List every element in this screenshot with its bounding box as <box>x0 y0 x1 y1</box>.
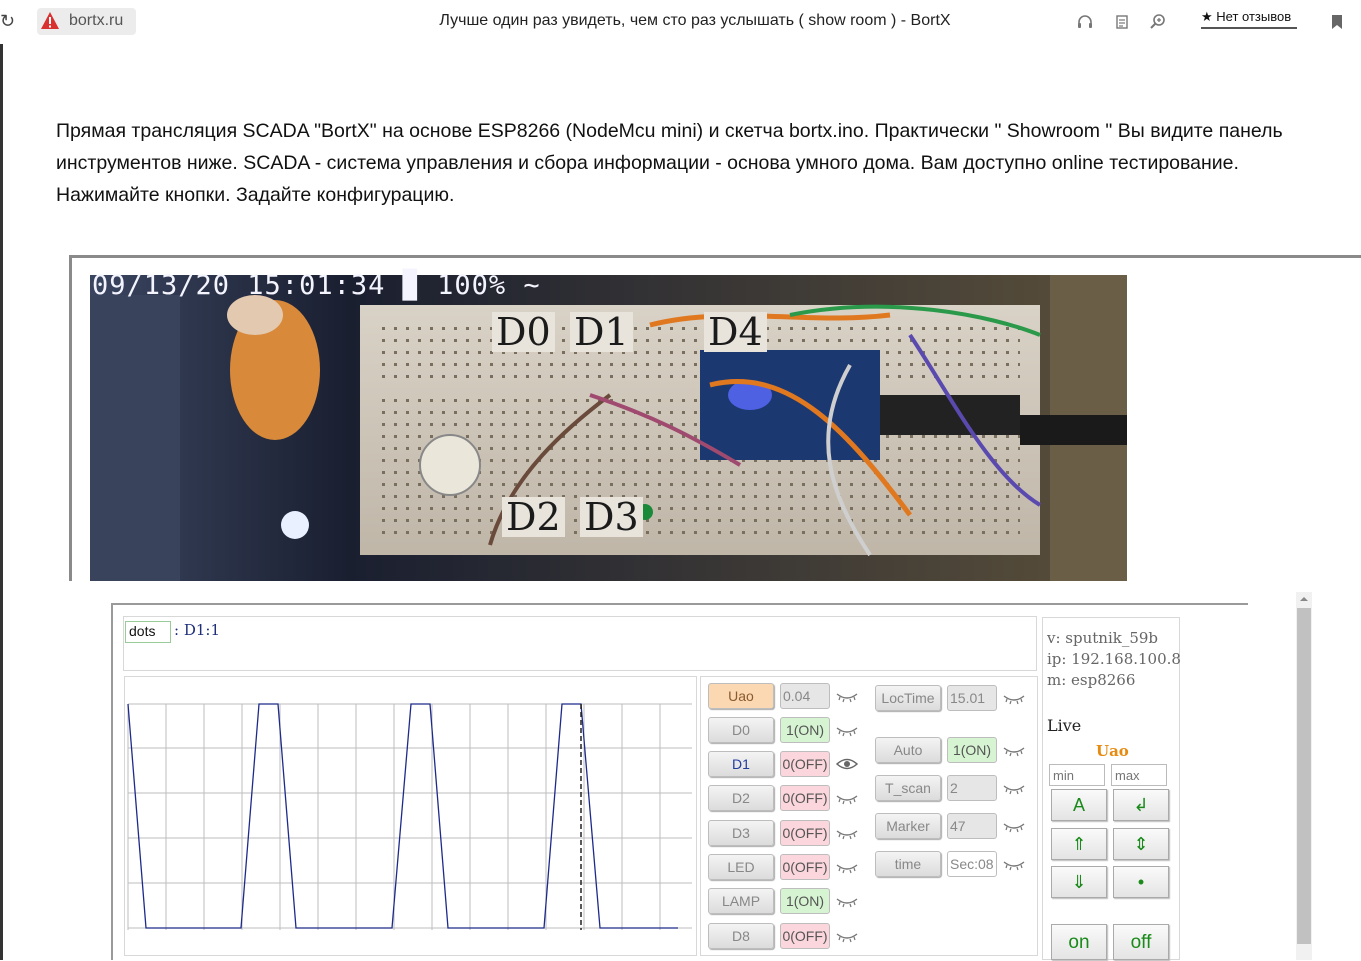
signal-button-d8[interactable]: D8 <box>708 923 774 949</box>
scrollbar-thumb[interactable] <box>1297 608 1311 944</box>
address-bar[interactable]: bortx.ru <box>37 8 136 35</box>
scale-down-button[interactable]: ⇓ <box>1051 866 1107 898</box>
min-input[interactable] <box>1049 764 1105 786</box>
param-value-tscan: 2 <box>947 775 997 801</box>
signal-graph[interactable] <box>126 678 695 954</box>
signal-button-d2[interactable]: D2 <box>708 785 774 811</box>
device-ip: ip: 192.168.100.8 <box>1047 650 1181 668</box>
eye-closed-icon[interactable] <box>1003 782 1025 796</box>
eye-open-icon[interactable] <box>836 757 858 771</box>
param-button-auto[interactable]: Auto <box>875 737 941 763</box>
signal-value-d2: 0(OFF) <box>780 785 830 811</box>
dot-button[interactable]: • <box>1113 866 1169 898</box>
live-label: Live <box>1047 716 1082 735</box>
off-button[interactable]: off <box>1113 924 1169 960</box>
pin-label-d4: D4 <box>704 312 767 352</box>
param-value-time: Sec:08 <box>947 851 997 877</box>
on-button[interactable]: on <box>1051 924 1107 960</box>
eye-closed-icon[interactable] <box>836 895 858 909</box>
zoom-icon[interactable] <box>1149 13 1167 31</box>
signal-button-d1[interactable]: D1 <box>708 751 774 777</box>
max-input[interactable] <box>1111 764 1167 786</box>
domain-text: bortx.ru <box>69 12 124 29</box>
signal-value-d3: 0(OFF) <box>780 820 830 846</box>
browser-toolbar: ↻ bortx.ru Лучше один раз увидеть, чем с… <box>0 0 1361 44</box>
signal-value-lamp: 1(ON) <box>780 888 830 914</box>
signal-value-uao: 0.04 <box>780 683 830 709</box>
scale-up-button[interactable]: ⇑ <box>1051 828 1107 860</box>
param-button-loctime[interactable]: LocTime <box>875 685 941 711</box>
signal-button-lamp[interactable]: LAMP <box>708 888 774 914</box>
reader-icon[interactable] <box>1113 13 1131 31</box>
warning-icon <box>41 12 59 29</box>
scroll-up-icon[interactable] <box>1298 593 1310 605</box>
enter-button[interactable]: ↲ <box>1113 789 1169 821</box>
pin-label-d2: D2 <box>502 497 565 537</box>
mode-field[interactable]: dots <box>125 621 171 643</box>
reviews-link[interactable]: ★ Нет отзывов <box>1201 9 1297 29</box>
param-button-tscan[interactable]: T_scan <box>875 775 941 801</box>
scale-updown-button[interactable]: ⇕ <box>1113 828 1169 860</box>
intro-line: Прямая трансляция SCADA "BortX" на основ… <box>56 120 1283 142</box>
device-model: m: esp8266 <box>1047 671 1136 689</box>
signal-value-d1: 0(OFF) <box>780 751 830 777</box>
info-box <box>123 616 1037 671</box>
pin-label-d0: D0 <box>492 312 555 352</box>
signal-button-d0[interactable]: D0 <box>708 717 774 743</box>
page-title: Лучше один раз увидеть, чем сто раз услы… <box>439 12 951 29</box>
headphones-icon[interactable] <box>1076 13 1094 31</box>
eye-closed-icon[interactable] <box>836 724 858 738</box>
eye-closed-icon[interactable] <box>836 690 858 704</box>
signal-button-uao[interactable]: Uao <box>708 683 774 709</box>
intro-line: Нажимайте кнопки. Задайте конфигурацию. <box>56 184 455 206</box>
intro-line: инструментов ниже. SCADA - система управ… <box>56 152 1239 174</box>
eye-closed-icon[interactable] <box>836 861 858 875</box>
signal-button-led[interactable]: LED <box>708 854 774 880</box>
param-button-marker[interactable]: Marker <box>875 813 941 839</box>
param-value-marker: 47 <box>947 813 997 839</box>
param-value-auto: 1(ON) <box>947 737 997 763</box>
eye-closed-icon[interactable] <box>1003 820 1025 834</box>
eye-closed-icon[interactable] <box>836 930 858 944</box>
signal-trace <box>127 703 678 929</box>
param-button-time[interactable]: time <box>875 851 941 877</box>
auto-scale-button[interactable]: A <box>1051 789 1107 821</box>
graph-grid <box>127 703 692 930</box>
signal-value-d0: 1(ON) <box>780 717 830 743</box>
pin-label-d3: D3 <box>580 497 643 537</box>
eye-closed-icon[interactable] <box>1003 692 1025 706</box>
article-intro: Прямая трансляция SCADA "BortX" на основ… <box>56 115 1361 211</box>
signal-value-led: 0(OFF) <box>780 854 830 880</box>
device-version: v: sputnik_59b <box>1047 629 1159 647</box>
eye-closed-icon[interactable] <box>836 827 858 841</box>
window-edge <box>0 44 3 960</box>
eye-closed-icon[interactable] <box>1003 744 1025 758</box>
signal-button-d3[interactable]: D3 <box>708 820 774 846</box>
selected-signal: Uao <box>1096 742 1129 760</box>
signal-value-d8: 0(OFF) <box>780 923 830 949</box>
pin-label-d1: D1 <box>570 312 633 352</box>
eye-closed-icon[interactable] <box>1003 858 1025 872</box>
param-value-loctime: 15.01 <box>947 685 997 711</box>
eye-closed-icon[interactable] <box>836 792 858 806</box>
bookmark-icon[interactable] <box>1330 14 1344 30</box>
probe-readout: : D1:1 <box>174 621 220 639</box>
camera-timestamp: 09/13/20 15:01:34 ▉ 100% ~ <box>92 270 541 301</box>
reload-icon[interactable]: ↻ <box>0 10 16 32</box>
